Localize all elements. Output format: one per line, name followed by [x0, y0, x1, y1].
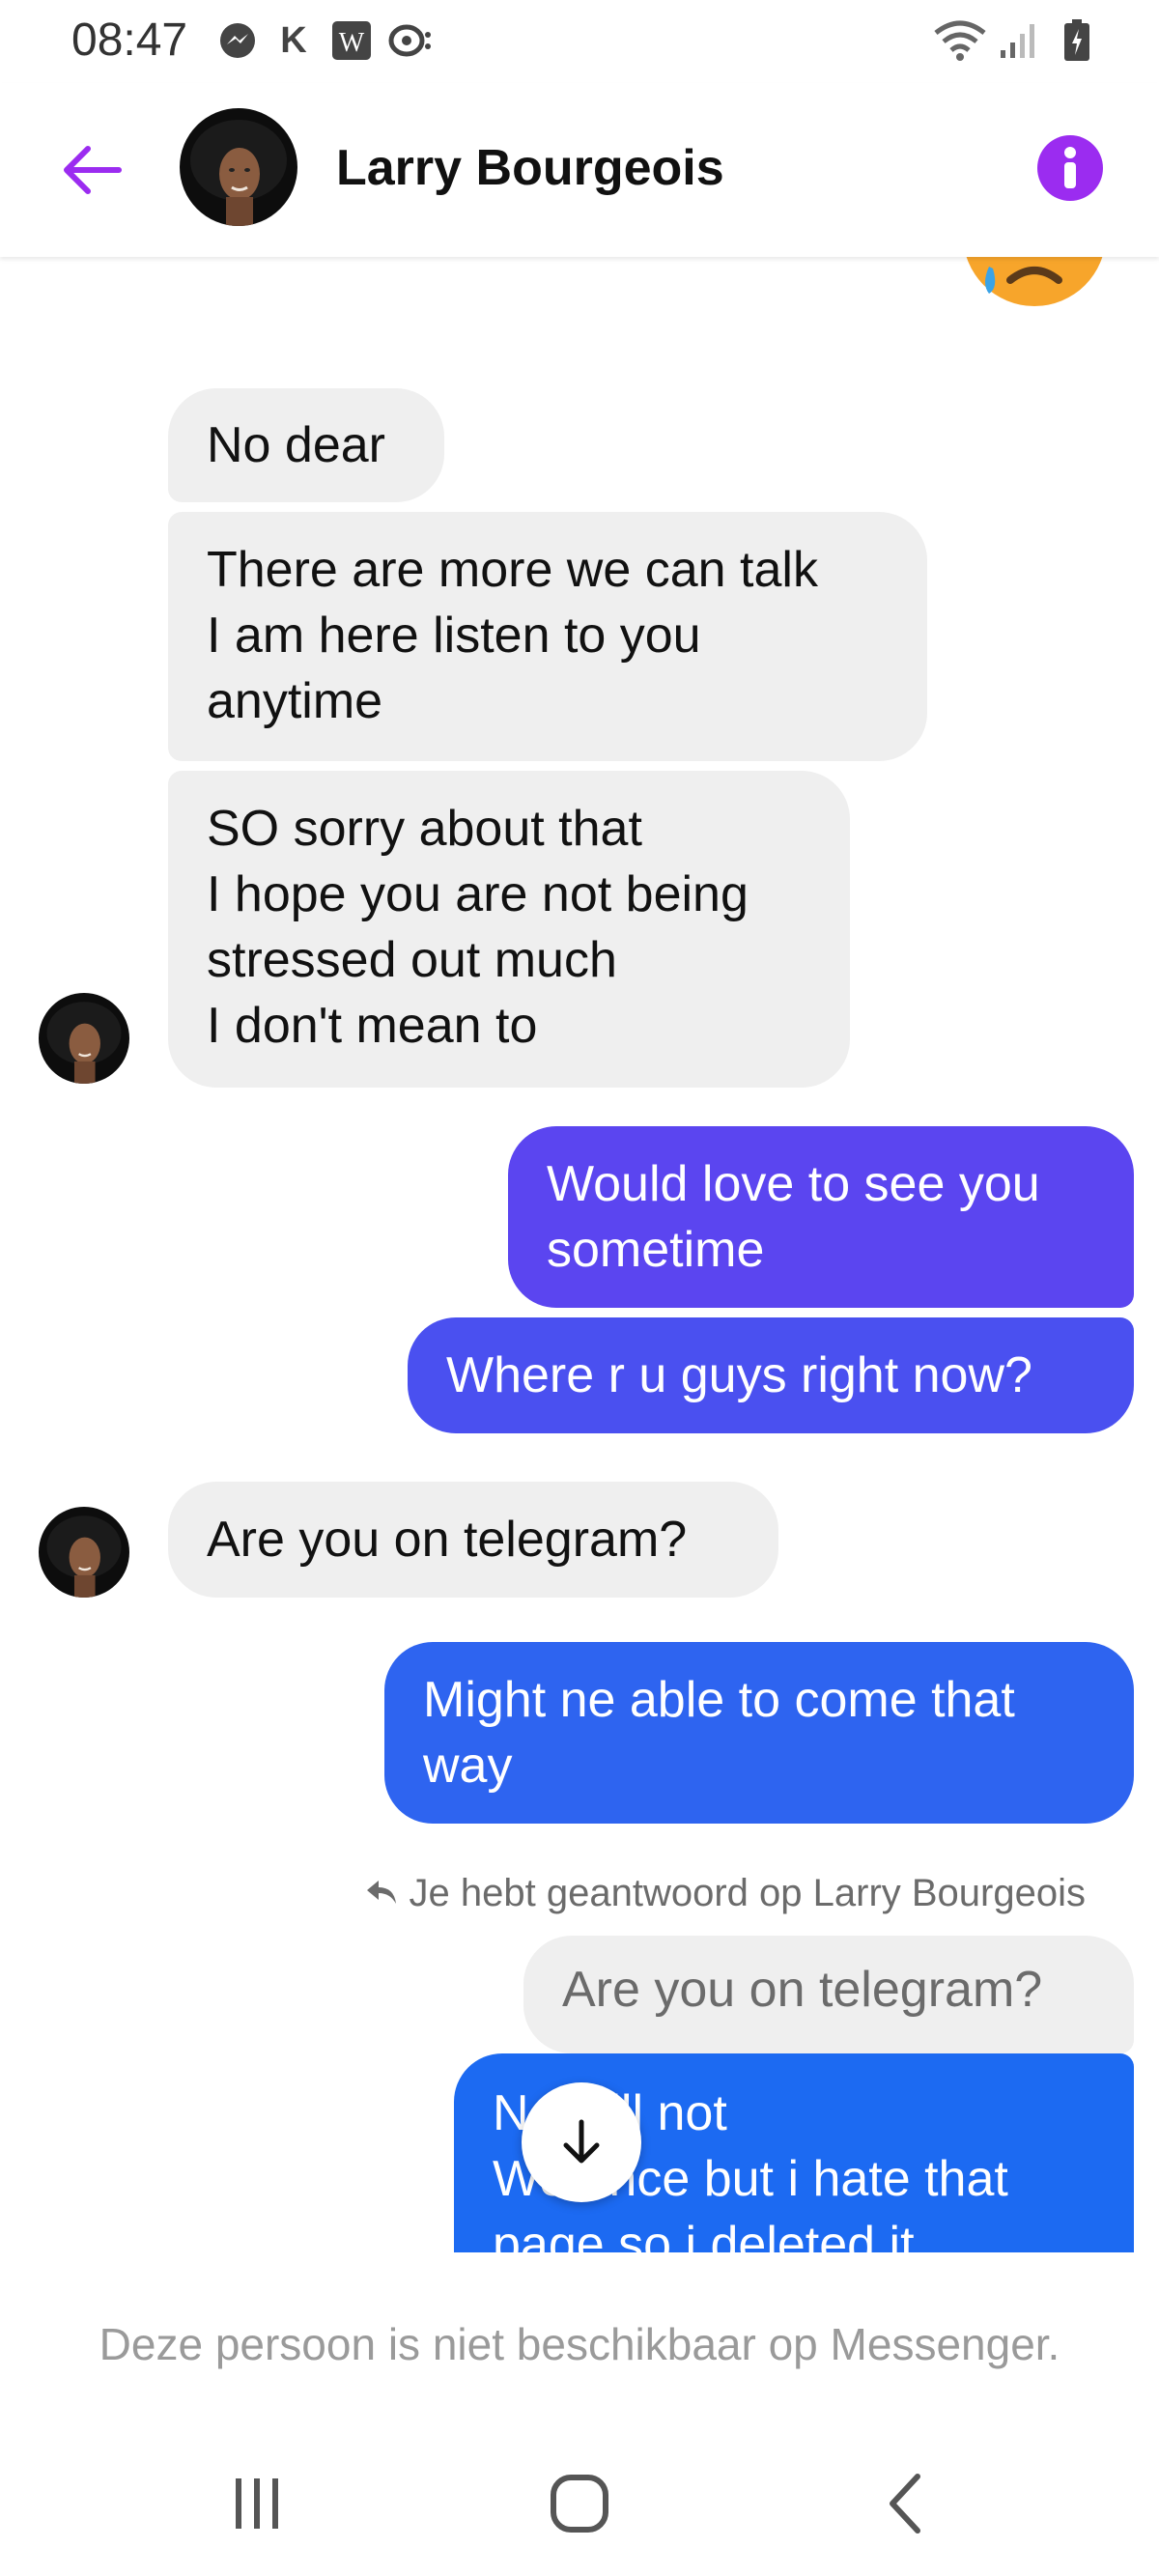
incoming-message[interactable]: There are more we can talk I am here lis… — [168, 512, 927, 761]
incoming-message[interactable]: Are you on telegram? — [168, 1482, 778, 1598]
crying-emoji-icon — [960, 257, 1109, 309]
composer-area: Deze persoon is niet beschikbaar op Mess… — [0, 2252, 1159, 2426]
status-time: 08:47 — [71, 14, 188, 66]
battery-icon — [1060, 19, 1093, 62]
unavailable-notice: Deze persoon is niet beschikbaar op Mess… — [99, 2319, 1060, 2369]
back-arrow-icon[interactable] — [50, 133, 131, 207]
recent-apps-icon[interactable] — [199, 2465, 315, 2542]
outgoing-message[interactable]: Would love to see you sometime — [508, 1126, 1134, 1308]
reply-arrow-icon — [365, 1872, 398, 1915]
contact-name[interactable]: Larry Bourgeois — [336, 139, 724, 197]
chat-notification-icon — [386, 19, 435, 62]
contact-avatar[interactable] — [180, 108, 297, 226]
message-list[interactable]: No dear There are more we can talk I am … — [0, 257, 1159, 2252]
messenger-icon — [216, 19, 259, 62]
quoted-message[interactable]: Are you on telegram? — [523, 1936, 1134, 2053]
wordfeud-icon: W — [328, 19, 375, 62]
conversation-header: Larry Bourgeois — [0, 83, 1159, 257]
sender-avatar[interactable] — [39, 1507, 129, 1598]
reply-note-text: Je hebt geantwoord op Larry Bourgeois — [409, 1872, 1086, 1914]
signal-icon — [997, 19, 1039, 62]
sender-avatar[interactable] — [39, 993, 129, 1084]
system-navigation-bar — [0, 2426, 1159, 2576]
outgoing-message[interactable]: Might ne able to come that way — [384, 1642, 1134, 1824]
incoming-message[interactable]: No dear — [168, 388, 444, 502]
home-icon[interactable] — [522, 2465, 637, 2542]
outgoing-message[interactable]: Where r u guys right now? — [408, 1317, 1134, 1433]
k-icon: K — [280, 19, 307, 61]
status-bar: 08:47 K W — [0, 0, 1159, 83]
messenger-screen: 08:47 K W Larry Bourgeois No dear There … — [0, 0, 1159, 2576]
scroll-to-bottom-button[interactable] — [522, 2082, 641, 2202]
wifi-icon — [931, 19, 989, 62]
reply-indicator: Je hebt geantwoord op Larry Bourgeois — [365, 1872, 1086, 1915]
info-icon[interactable] — [1037, 135, 1103, 201]
incoming-message[interactable]: SO sorry about that I hope you are not b… — [168, 771, 850, 1088]
svg-text:W: W — [339, 28, 365, 58]
back-icon[interactable] — [846, 2465, 962, 2542]
